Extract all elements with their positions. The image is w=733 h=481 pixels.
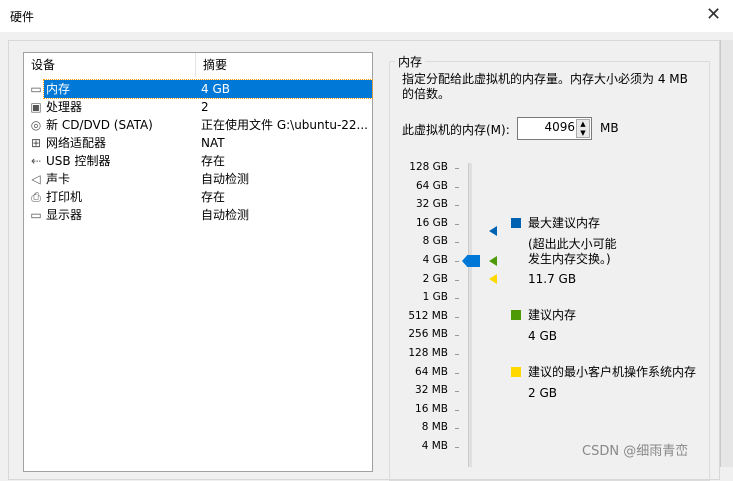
min-legend-swatch-icon bbox=[511, 367, 521, 377]
device-name: 网络适配器 bbox=[46, 134, 106, 152]
scale-tick bbox=[455, 410, 459, 411]
column-header-summary[interactable]: 摘要 bbox=[196, 53, 372, 77]
device-summary: 正在使用文件 G:\ubuntu-22... bbox=[201, 116, 368, 134]
device-row[interactable]: ▭显示器 自动检测 bbox=[24, 206, 372, 224]
max-recommended-marker-icon bbox=[489, 226, 497, 236]
memory-slider-track[interactable] bbox=[468, 163, 472, 467]
device-name: 声卡 bbox=[46, 170, 70, 188]
max-legend-value: 11.7 GB bbox=[528, 272, 576, 287]
scale-tick bbox=[455, 373, 459, 374]
device-summary: 自动检测 bbox=[201, 170, 249, 188]
column-header-device[interactable]: 设备 bbox=[24, 53, 196, 77]
scale-label: 128 GB bbox=[400, 161, 448, 173]
sound-card-icon: ◁ bbox=[28, 172, 44, 186]
scale-label: 8 MB bbox=[400, 421, 448, 433]
min-legend-label: 建议的最小客户机操作系统内存 bbox=[528, 365, 696, 380]
device-name: 显示器 bbox=[46, 206, 82, 224]
scale-label: 16 GB bbox=[400, 217, 448, 229]
device-list[interactable]: 设备 摘要 ▭内存4 GB▣处理器2◎新 CD/DVD (SATA)正在使用文件… bbox=[23, 52, 373, 472]
memory-stepper[interactable]: ▲▼ bbox=[517, 117, 592, 140]
scale-label: 512 MB bbox=[400, 310, 448, 322]
cd-dvd-icon: ◎ bbox=[28, 118, 44, 132]
scale-tick bbox=[455, 280, 459, 281]
close-icon[interactable]: ✕ bbox=[706, 4, 721, 25]
scale-label: 16 MB bbox=[400, 403, 448, 415]
memory-icon: ▭ bbox=[28, 82, 44, 96]
device-summary: NAT bbox=[201, 134, 225, 152]
watermark: CSDN @细雨青峦 bbox=[582, 440, 688, 459]
scale-label: 256 MB bbox=[400, 328, 448, 340]
scale-label: 8 GB bbox=[400, 235, 448, 247]
scale-tick bbox=[455, 447, 459, 448]
processor-icon: ▣ bbox=[28, 100, 44, 114]
title-bar: 硬件 ✕ bbox=[0, 0, 733, 32]
device-summary: 2 bbox=[201, 98, 209, 116]
spin-buttons[interactable]: ▲▼ bbox=[576, 119, 590, 138]
scale-label: 64 GB bbox=[400, 180, 448, 192]
scale-tick bbox=[455, 354, 459, 355]
device-row[interactable]: ▭内存 4 GB bbox=[24, 80, 372, 98]
scale-tick bbox=[455, 168, 459, 169]
printer-icon: ⎙ bbox=[28, 190, 44, 204]
memory-description: 指定分配给此虚拟机的内存量。内存大小必须为 4 MB 的倍数。 bbox=[402, 72, 702, 102]
scale-label: 2 GB bbox=[400, 273, 448, 285]
device-row[interactable]: ▣处理器 2 bbox=[24, 98, 372, 116]
device-name: 新 CD/DVD (SATA) bbox=[46, 116, 153, 134]
usb-icon: ⇠ bbox=[28, 154, 44, 168]
device-name: 打印机 bbox=[46, 188, 82, 206]
device-row[interactable]: ⎙打印机 存在 bbox=[24, 188, 372, 206]
memory-unit: MB bbox=[600, 121, 619, 135]
device-name: 处理器 bbox=[46, 98, 82, 116]
device-summary: 存在 bbox=[201, 188, 225, 206]
scale-tick bbox=[455, 224, 459, 225]
window-edge bbox=[720, 40, 733, 467]
device-name: 内存 bbox=[46, 80, 70, 98]
scale-tick bbox=[455, 242, 459, 243]
rec-legend-label: 建议内存 bbox=[528, 308, 576, 323]
device-summary: 4 GB bbox=[201, 80, 230, 98]
max-legend-swatch-icon bbox=[511, 218, 521, 228]
scale-label: 4 GB bbox=[400, 254, 448, 266]
scale-tick bbox=[455, 187, 459, 188]
memory-group-title: 内存 bbox=[395, 53, 425, 70]
scale-tick bbox=[455, 261, 459, 262]
scale-label: 64 MB bbox=[400, 366, 448, 378]
max-legend-label: 最大建议内存 bbox=[528, 216, 600, 231]
scale-tick bbox=[455, 335, 459, 336]
scale-tick bbox=[455, 391, 459, 392]
scale-tick bbox=[455, 317, 459, 318]
scale-label: 4 MB bbox=[400, 440, 448, 452]
rec-legend-value: 4 GB bbox=[528, 329, 557, 344]
device-row[interactable]: ⊞网络适配器 NAT bbox=[24, 134, 372, 152]
window-title: 硬件 bbox=[10, 8, 34, 25]
memory-input[interactable] bbox=[520, 120, 575, 134]
scale-tick bbox=[455, 205, 459, 206]
device-row[interactable]: ◁声卡 自动检测 bbox=[24, 170, 372, 188]
device-row[interactable]: ◎新 CD/DVD (SATA) 正在使用文件 G:\ubuntu-22... bbox=[24, 116, 372, 134]
device-summary: 存在 bbox=[201, 152, 225, 170]
max-legend-note-1: (超出此大小可能 bbox=[528, 237, 617, 252]
recommended-marker-icon bbox=[489, 256, 497, 266]
scale-tick bbox=[455, 428, 459, 429]
display-icon: ▭ bbox=[28, 208, 44, 222]
memory-field-label: 此虚拟机的内存(M): bbox=[402, 121, 510, 138]
spin-up-icon[interactable]: ▲ bbox=[577, 120, 589, 129]
rec-legend-swatch-icon bbox=[511, 310, 521, 320]
scale-label: 32 MB bbox=[400, 384, 448, 396]
min-recommended-marker-icon bbox=[489, 274, 497, 284]
spin-down-icon[interactable]: ▼ bbox=[577, 129, 589, 138]
device-name: USB 控制器 bbox=[46, 152, 110, 170]
max-legend-note-2: 发生内存交换。) bbox=[528, 252, 611, 267]
device-summary: 自动检测 bbox=[201, 206, 249, 224]
scale-label: 32 GB bbox=[400, 198, 448, 210]
scale-label: 1 GB bbox=[400, 291, 448, 303]
scale-label: 128 MB bbox=[400, 347, 448, 359]
scale-tick bbox=[455, 298, 459, 299]
network-adapter-icon: ⊞ bbox=[28, 136, 44, 150]
device-row[interactable]: ⇠USB 控制器 存在 bbox=[24, 152, 372, 170]
min-legend-value: 2 GB bbox=[528, 386, 557, 401]
